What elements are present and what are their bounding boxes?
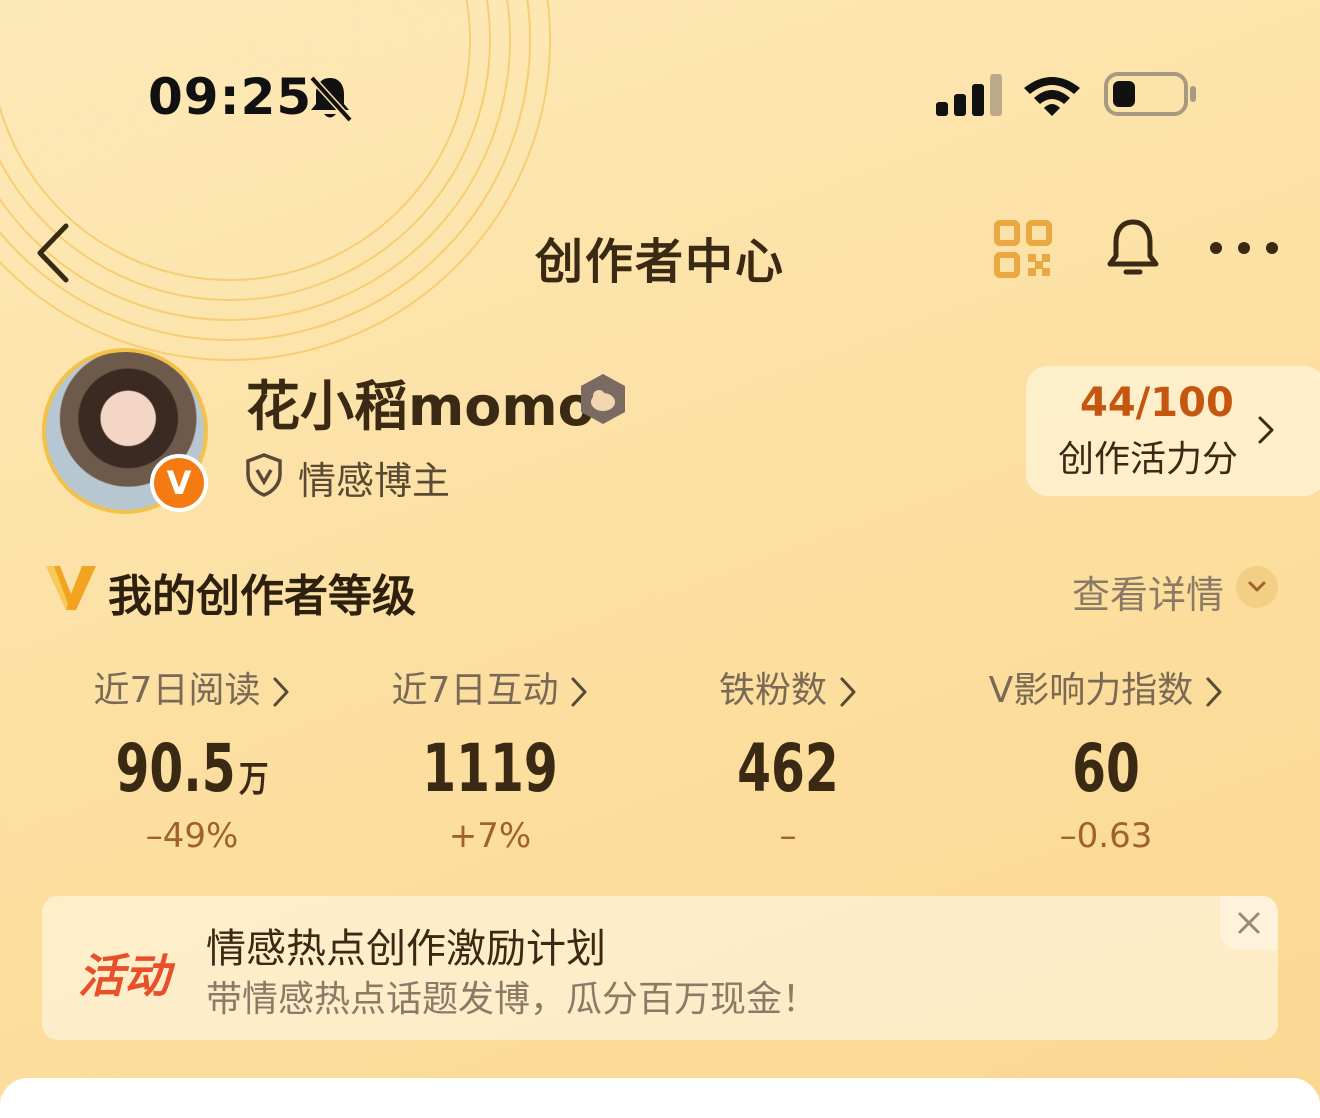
- bottom-sheet: [0, 1078, 1320, 1118]
- badge-icon[interactable]: [578, 372, 628, 426]
- stat-change: –: [779, 816, 797, 856]
- battery-icon: [1104, 72, 1196, 116]
- stat-change: –0.63: [1059, 816, 1153, 856]
- activity-score-value: 44/100: [1080, 380, 1234, 426]
- stat-change: +7%: [448, 816, 532, 856]
- view-details-link[interactable]: 查看详情: [1072, 564, 1224, 619]
- stat-interactions[interactable]: 近7日互动 1119 +7%: [340, 666, 640, 858]
- stat-label: V影响力指数: [988, 670, 1194, 711]
- activity-score-card[interactable]: 44/100 创作活力分: [1026, 366, 1320, 496]
- activity-banner[interactable]: 活动 情感热点创作激励计划 带情感热点话题发博，瓜分百万现金！: [42, 896, 1278, 1040]
- stat-value: 1119: [422, 730, 558, 807]
- verified-badge: V: [150, 454, 208, 512]
- stat-change: –49%: [145, 816, 239, 856]
- stat-unit: 万: [238, 759, 269, 800]
- chevron-right-icon: [273, 677, 289, 707]
- username: 花小稻momo: [246, 375, 595, 438]
- bell-icon[interactable]: [1104, 216, 1162, 278]
- activity-score-label: 创作活力分: [1058, 439, 1239, 480]
- status-time: 09:25: [148, 68, 313, 126]
- close-button[interactable]: [1220, 896, 1278, 950]
- stat-label: 近7日阅读: [93, 670, 261, 711]
- wifi-icon: [1024, 77, 1080, 116]
- more-icon[interactable]: [1208, 238, 1280, 258]
- stat-reads[interactable]: 近7日阅读 90.5万 –49%: [42, 666, 342, 858]
- chevron-right-icon: [1206, 677, 1222, 707]
- stat-label: 铁粉数: [718, 670, 827, 711]
- stat-value: 462: [737, 730, 839, 807]
- stat-value: 60: [1072, 730, 1140, 807]
- stat-influence-index[interactable]: V影响力指数 60 –0.63: [956, 666, 1256, 858]
- banner-title: 情感热点创作激励计划: [206, 926, 606, 972]
- shield-icon: [246, 453, 282, 497]
- chevron-down-icon[interactable]: [1236, 566, 1278, 608]
- chevron-right-icon: [840, 677, 856, 707]
- v-level-icon: [46, 566, 96, 610]
- role-label: 情感博主: [298, 459, 451, 503]
- close-icon: [1238, 912, 1260, 934]
- level-title: 我的创作者等级: [108, 571, 416, 622]
- banner-subtitle: 带情感热点话题发博，瓜分百万现金！: [206, 979, 819, 1020]
- stat-iron-fans[interactable]: 铁粉数 462 –: [638, 666, 938, 858]
- chevron-right-icon: [571, 677, 587, 707]
- activity-tag: 活动: [78, 949, 170, 1003]
- bell-off-icon: [309, 75, 353, 123]
- stat-value: 90.5: [115, 730, 236, 807]
- signal-icon: [936, 74, 1002, 116]
- status-bar: 09:25: [0, 60, 1320, 136]
- stat-label: 近7日互动: [391, 670, 559, 711]
- qr-code-icon[interactable]: [994, 220, 1052, 278]
- chevron-right-icon: [1258, 416, 1274, 444]
